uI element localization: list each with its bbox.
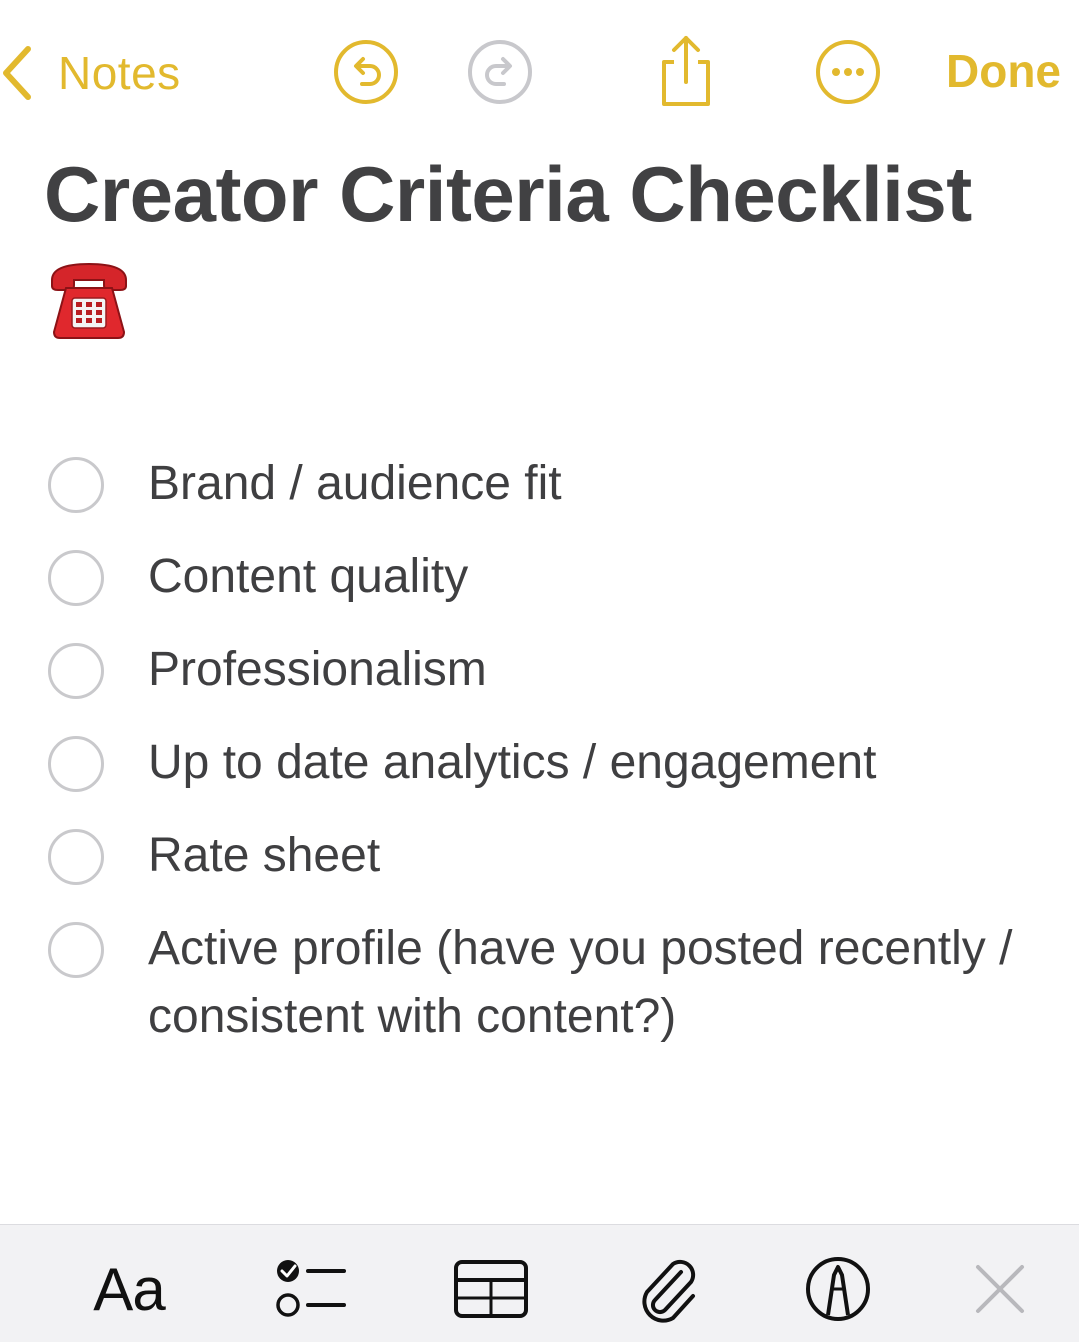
note-title[interactable]: Creator Criteria Checklist <box>44 148 1054 240</box>
checkbox[interactable] <box>48 829 104 885</box>
back-label: Notes <box>58 47 181 99</box>
navigation-bar: Notes Done <box>0 0 1079 145</box>
table-icon <box>453 1259 529 1319</box>
checklist-item: Brand / audience fit <box>0 450 1079 543</box>
checklist: Brand / audience fit Content quality Pro… <box>0 450 1079 1051</box>
text-format-icon: Aa <box>93 1255 165 1323</box>
back-button[interactable]: Notes <box>0 38 181 108</box>
chevron-left-icon <box>0 43 34 103</box>
checklist-item-text[interactable]: Up to date analytics / engagement <box>148 729 1048 797</box>
checkbox[interactable] <box>48 643 104 699</box>
checklist-item: Active profile (have you posted recently… <box>0 915 1079 1051</box>
checklist-icon <box>272 1257 348 1321</box>
undo-button[interactable] <box>330 36 402 108</box>
checkbox[interactable] <box>48 457 104 513</box>
share-icon <box>654 34 718 110</box>
table-button[interactable] <box>450 1253 532 1325</box>
formatting-toolbar: Aa <box>0 1224 1079 1342</box>
checklist-item: Professionalism <box>0 636 1079 729</box>
markup-button[interactable] <box>802 1253 874 1325</box>
redo-button[interactable] <box>464 36 536 108</box>
share-button[interactable] <box>650 36 722 108</box>
done-button[interactable]: Done <box>946 44 1061 98</box>
checklist-item-text[interactable]: Content quality <box>148 543 1048 611</box>
telephone-emoji <box>46 258 132 344</box>
checklist-item-text[interactable]: Brand / audience fit <box>148 450 1048 518</box>
checklist-button[interactable] <box>270 1253 350 1325</box>
redo-icon <box>466 38 534 106</box>
checklist-item-text[interactable]: Active profile (have you posted recently… <box>148 915 1048 1051</box>
checklist-item: Rate sheet <box>0 822 1079 915</box>
checklist-item: Content quality <box>0 543 1079 636</box>
more-button[interactable] <box>812 36 884 108</box>
checkbox[interactable] <box>48 922 104 978</box>
checklist-item: Up to date analytics / engagement <box>0 729 1079 822</box>
attachment-button[interactable] <box>632 1253 704 1325</box>
checkbox[interactable] <box>48 550 104 606</box>
checklist-item-text[interactable]: Professionalism <box>148 636 1048 704</box>
text-format-button[interactable]: Aa <box>88 1253 170 1325</box>
more-icon <box>814 38 882 106</box>
markup-icon <box>804 1255 872 1323</box>
close-icon <box>972 1261 1028 1317</box>
attachment-icon <box>635 1254 701 1324</box>
close-toolbar-button[interactable] <box>966 1253 1034 1325</box>
undo-icon <box>332 38 400 106</box>
checkbox[interactable] <box>48 736 104 792</box>
checklist-item-text[interactable]: Rate sheet <box>148 822 1048 890</box>
